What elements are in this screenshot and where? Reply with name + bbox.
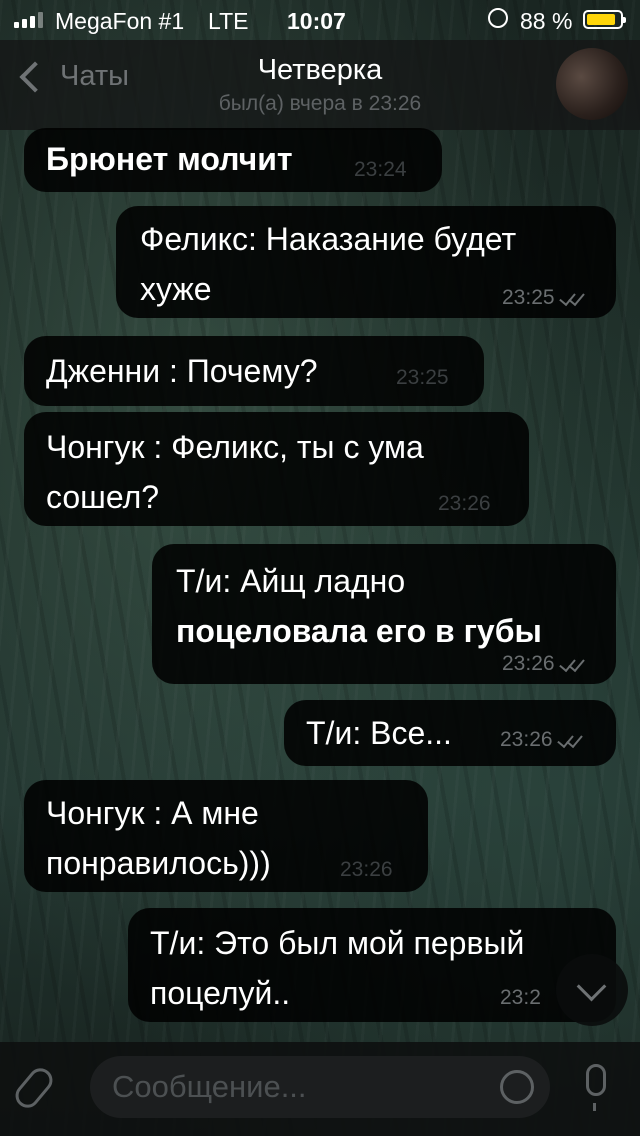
message-incoming[interactable]: Брюнет молчит 23:24 xyxy=(24,128,442,192)
message-composer xyxy=(0,1042,640,1136)
signal-icon xyxy=(14,12,43,28)
carrier-name: MegaFon #1 xyxy=(55,8,185,34)
read-check-icon xyxy=(557,732,583,748)
chat-header: Чаты Четверка был(а) вчера в 23:26 xyxy=(0,40,640,130)
message-outgoing[interactable]: Феликс: Наказание будет хуже 23:25 xyxy=(116,206,616,318)
clock: 10:07 xyxy=(287,8,346,34)
sticker-icon[interactable] xyxy=(500,1070,534,1104)
message-time: 23:26 xyxy=(340,858,393,881)
message-outgoing[interactable]: Т/и: Все... 23:26 xyxy=(284,700,616,766)
message-time: 23:25 xyxy=(396,366,449,389)
read-check-icon xyxy=(559,290,585,306)
battery-percent: 88 % xyxy=(520,8,573,34)
avatar[interactable] xyxy=(556,48,628,120)
chevron-down-icon xyxy=(576,971,607,1002)
message-input[interactable] xyxy=(90,1056,550,1118)
message-time: 23:24 xyxy=(354,158,407,181)
message-outgoing[interactable]: Т/и: Это был мой первый поцелуй.. 23:2 xyxy=(128,908,616,1022)
message-incoming[interactable]: Чонгук : Феликс, ты с ума сошел? 23:26 xyxy=(24,412,529,526)
message-outgoing[interactable]: Т/и: Айщ ладно поцеловала его в губы 23:… xyxy=(152,544,616,684)
battery-icon xyxy=(583,10,626,29)
scroll-to-bottom-button[interactable] xyxy=(556,954,628,1026)
network-type: LTE xyxy=(208,8,249,34)
read-check-icon xyxy=(559,656,585,672)
message-time: 23:26 xyxy=(500,728,583,752)
microphone-icon[interactable] xyxy=(586,1064,606,1111)
paperclip-icon[interactable] xyxy=(10,1063,58,1113)
message-text-bold: поцеловала его в губы xyxy=(176,613,542,649)
message-incoming[interactable]: Чонгук : А мне понравилось))) 23:26 xyxy=(24,780,428,892)
rotation-lock-icon xyxy=(488,8,508,28)
message-time: 23:26 xyxy=(502,652,585,676)
chat-title[interactable]: Четверка xyxy=(0,54,640,87)
message-time: 23:25 xyxy=(502,286,585,310)
message-time: 23:26 xyxy=(438,492,491,515)
last-seen-status: был(а) вчера в 23:26 xyxy=(218,92,422,115)
message-incoming[interactable]: Дженни : Почему? 23:25 xyxy=(24,336,484,406)
message-text: Т/и: Айщ ладно xyxy=(176,563,406,599)
message-time: 23:2 xyxy=(500,986,541,1009)
status-bar: MegaFon #1 LTE 10:07 88 % xyxy=(0,0,640,40)
